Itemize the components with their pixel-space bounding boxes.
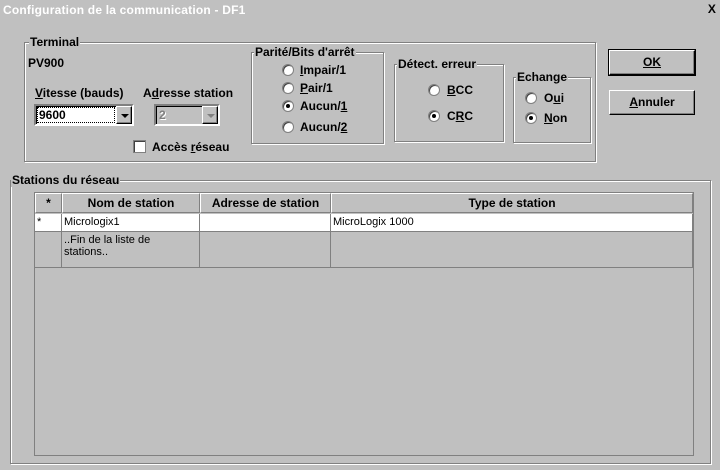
parity-aucun1-radio[interactable]	[282, 100, 294, 112]
speed-dropdown-arrow-icon[interactable]	[116, 106, 132, 124]
title-bar[interactable]: Configuration de la communication - DF1 …	[0, 0, 720, 19]
error-bcc-radio[interactable]	[428, 84, 440, 96]
column-header-name[interactable]: Nom de station	[62, 193, 200, 213]
address-select[interactable]: 2	[154, 104, 220, 126]
row1-address[interactable]	[200, 214, 331, 232]
exchange-non-label[interactable]: Non	[544, 111, 567, 125]
column-header-address[interactable]: Adresse de station	[200, 193, 331, 213]
exchange-legend: Echange	[516, 70, 569, 84]
stations-legend: Stations du réseau	[11, 173, 121, 187]
exchange-oui-radio[interactable]	[525, 92, 537, 104]
error-detect-group: Détect. erreur	[394, 57, 504, 142]
error-bcc-label[interactable]: BCC	[447, 83, 473, 97]
parity-legend: Parité/Bits d'arrêt	[254, 45, 356, 59]
parity-impair-radio[interactable]	[282, 64, 294, 76]
exchange-oui-label[interactable]: Oui	[544, 91, 564, 105]
row2-marker[interactable]	[35, 232, 62, 268]
exchange-group: Echange	[513, 70, 591, 143]
network-access-checkbox[interactable]	[133, 140, 146, 153]
row2-name[interactable]: ..Fin de la liste de stations..	[62, 232, 200, 268]
error-detect-legend: Détect. erreur	[397, 57, 478, 71]
column-header-type[interactable]: Type de station	[331, 193, 693, 213]
row1-name[interactable]: Micrologix1	[62, 214, 200, 232]
network-access-label[interactable]: Accès réseau	[152, 140, 229, 154]
ok-button-label: OK	[643, 55, 661, 69]
speed-select[interactable]: 9600	[34, 104, 134, 126]
speed-label: Vitesse (bauds)	[35, 86, 124, 100]
speed-value: 9600	[39, 108, 66, 122]
row2-type[interactable]	[331, 232, 693, 268]
exchange-non-radio[interactable]	[525, 112, 537, 124]
parity-pair-radio[interactable]	[282, 82, 294, 94]
terminal-model: PV900	[28, 56, 65, 70]
address-dropdown-arrow-icon[interactable]	[202, 106, 218, 124]
address-label: Adresse station	[143, 86, 234, 100]
row1-type[interactable]: MicroLogix 1000	[331, 214, 693, 232]
cancel-button[interactable]: Annuler	[609, 90, 695, 115]
stations-table: * Nom de station Adresse de station Type…	[34, 192, 694, 456]
row1-marker[interactable]: *	[35, 214, 62, 232]
parity-pair-label[interactable]: Pair/1	[300, 81, 333, 95]
parity-impair-label[interactable]: Impair/1	[300, 63, 346, 77]
error-crc-radio[interactable]	[428, 110, 440, 122]
window-title: Configuration de la communication - DF1	[3, 3, 246, 17]
ok-button[interactable]: OK	[608, 49, 696, 76]
parity-aucun2-radio[interactable]	[282, 121, 294, 133]
address-value: 2	[159, 108, 166, 122]
error-crc-label[interactable]: CRC	[447, 109, 473, 123]
row2-address[interactable]	[200, 232, 331, 268]
parity-aucun2-label[interactable]: Aucun/2	[300, 120, 347, 134]
close-button[interactable]: X	[705, 3, 719, 17]
column-header-marker[interactable]: *	[35, 193, 62, 213]
parity-aucun1-label[interactable]: Aucun/1	[300, 99, 347, 113]
communication-config-dialog: Configuration de la communication - DF1 …	[0, 0, 720, 470]
terminal-legend: Terminal	[29, 35, 81, 49]
